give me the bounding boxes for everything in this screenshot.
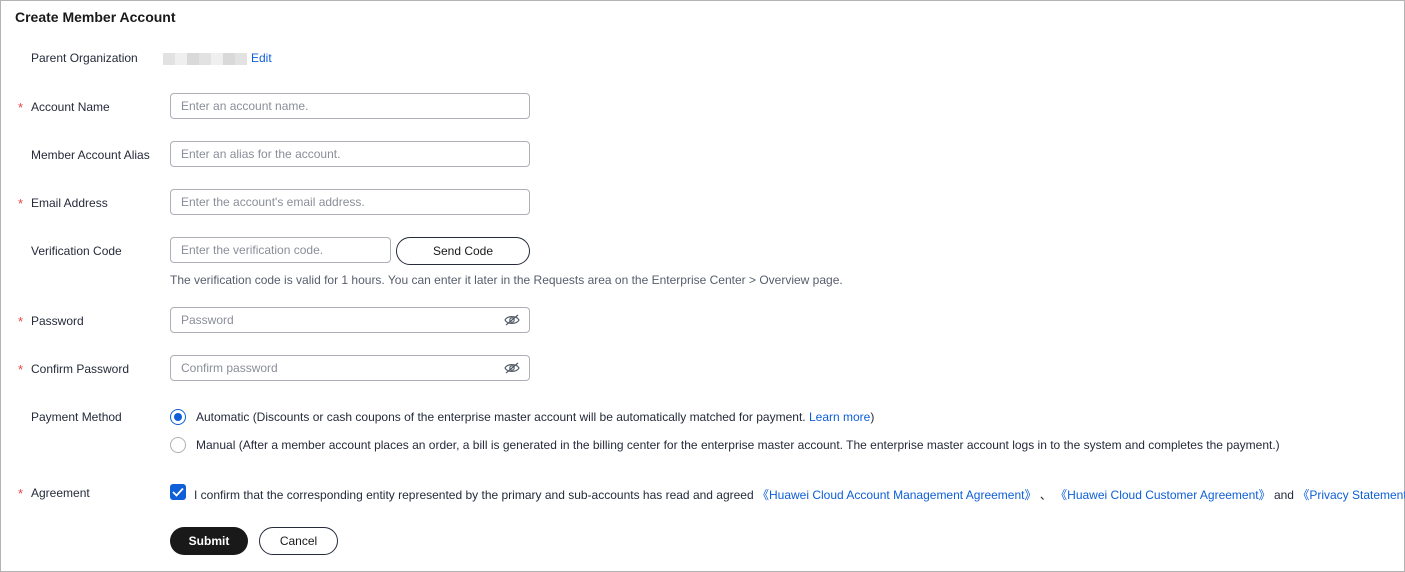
check-icon — [172, 487, 184, 497]
payment-automatic-radio[interactable] — [170, 409, 186, 425]
cancel-button[interactable]: Cancel — [259, 527, 338, 555]
payment-automatic-option: Automatic (Discounts or cash coupons of … — [196, 410, 874, 424]
required-marker: * — [18, 314, 24, 329]
agreement-checkbox[interactable] — [170, 484, 186, 500]
payment-automatic-close: ) — [870, 410, 875, 424]
account-name-label: Account Name — [31, 100, 110, 114]
learn-more-link[interactable]: Learn more — [809, 410, 870, 424]
agreement-prefix: I confirm that the corresponding entity … — [194, 488, 757, 502]
page-title: Create Member Account — [15, 9, 176, 25]
confirm-password-label: Confirm Password — [31, 362, 130, 376]
email-input[interactable] — [170, 189, 530, 215]
required-marker: * — [18, 362, 24, 377]
submit-button[interactable]: Submit — [170, 527, 248, 555]
agreement-separator: 、 — [1036, 488, 1056, 502]
required-marker: * — [18, 100, 24, 115]
password-input[interactable] — [170, 307, 530, 333]
confirm-password-input[interactable] — [170, 355, 530, 381]
verification-hint: The verification code is valid for 1 hou… — [170, 273, 843, 287]
parent-org-label: Parent Organization — [31, 51, 138, 65]
eye-hidden-icon[interactable] — [504, 362, 520, 374]
agreement-text: I confirm that the corresponding entity … — [194, 486, 1405, 503]
parent-org-masked-value — [163, 53, 247, 65]
alias-input[interactable] — [170, 141, 530, 167]
payment-manual-radio[interactable] — [170, 437, 186, 453]
eye-hidden-icon[interactable] — [504, 314, 520, 326]
agreement-label: Agreement — [31, 486, 90, 500]
verification-code-label: Verification Code — [31, 244, 122, 258]
account-name-input[interactable] — [170, 93, 530, 119]
create-member-account-panel: Create Member Account Parent Organizatio… — [0, 0, 1405, 572]
privacy-statement-link[interactable]: 《Privacy Statement》 — [1297, 488, 1405, 502]
required-marker: * — [18, 196, 24, 211]
payment-automatic-text: Automatic (Discounts or cash coupons of … — [196, 410, 809, 424]
edit-parent-org-link[interactable]: Edit — [251, 51, 272, 65]
account-management-agreement-link[interactable]: 《Huawei Cloud Account Management Agreeme… — [757, 488, 1037, 502]
alias-label: Member Account Alias — [31, 148, 150, 162]
required-marker: * — [18, 486, 24, 501]
verification-code-input[interactable] — [170, 237, 391, 263]
password-label: Password — [31, 314, 84, 328]
payment-method-label: Payment Method — [31, 410, 122, 424]
email-label: Email Address — [31, 196, 108, 210]
customer-agreement-link[interactable]: 《Huawei Cloud Customer Agreement》 — [1055, 488, 1270, 502]
send-code-button[interactable]: Send Code — [396, 237, 530, 265]
payment-manual-text: Manual (After a member account places an… — [196, 438, 1280, 452]
agreement-and: and — [1270, 488, 1298, 502]
